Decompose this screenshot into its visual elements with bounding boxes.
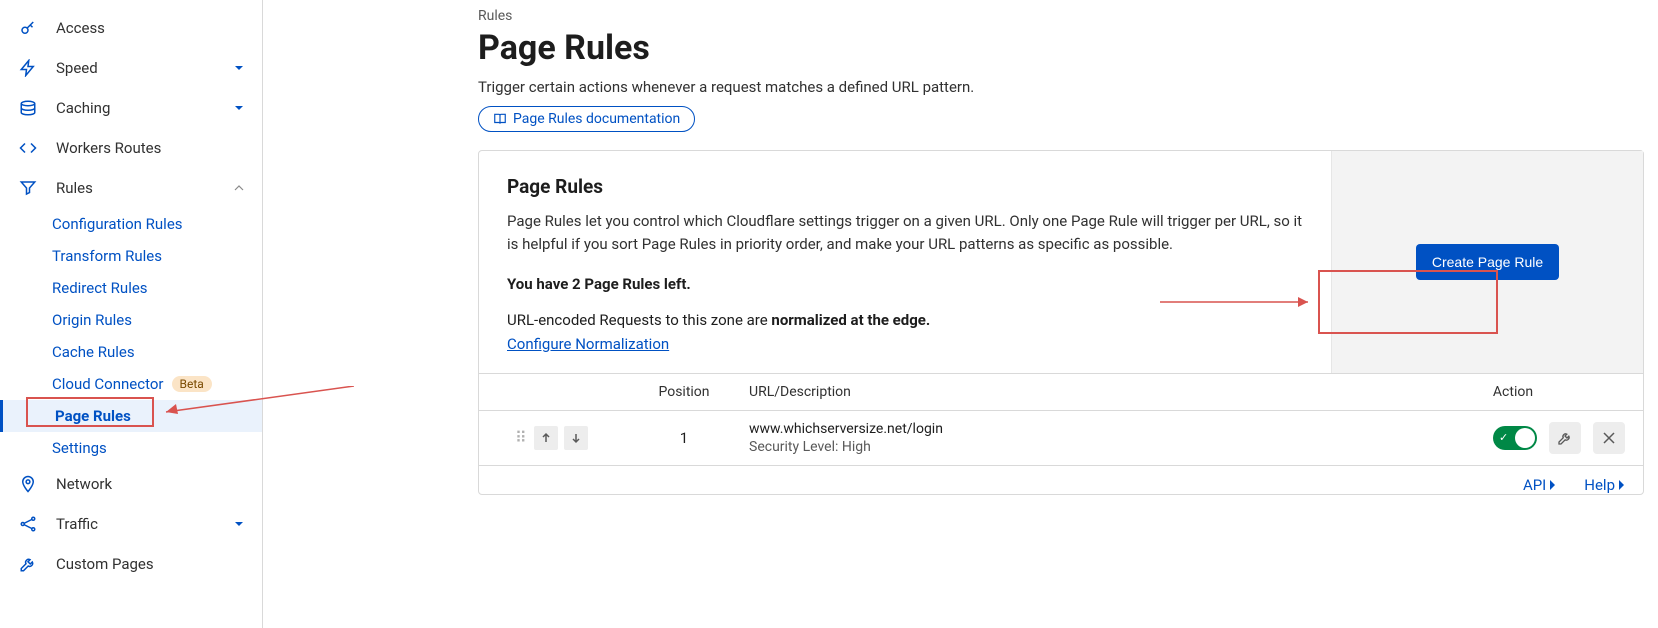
funnel-icon [18, 178, 38, 198]
breadcrumb: Rules [478, 8, 1644, 24]
documentation-link[interactable]: Page Rules documentation [478, 106, 695, 132]
layers-icon [18, 98, 38, 118]
drag-handle-icon[interactable]: ⠿ [515, 433, 528, 443]
chevron-right-icon [1548, 479, 1556, 491]
column-url: URL/Description [739, 384, 1383, 400]
api-link[interactable]: API [1523, 476, 1556, 494]
sidebar-subitem-label: Cache Rules [52, 343, 135, 361]
sidebar: Access Speed Caching Workers Route [0, 0, 263, 628]
chevron-down-icon [234, 63, 244, 73]
card-heading: Page Rules [507, 175, 1303, 198]
delete-rule-button[interactable] [1593, 422, 1625, 454]
sidebar-item-workers-routes[interactable]: Workers Routes [0, 128, 262, 168]
normalization-prefix: URL-encoded Requests to this zone are [507, 311, 771, 329]
sidebar-item-traffic[interactable]: Traffic [0, 504, 262, 544]
sidebar-item-label: Speed [56, 59, 98, 77]
pin-icon [18, 474, 38, 494]
sidebar-item-caching[interactable]: Caching [0, 88, 262, 128]
documentation-link-label: Page Rules documentation [513, 111, 680, 127]
table-row: ⠿ 1 www.whichserversize.net/login Securi… [479, 411, 1643, 466]
sidebar-subitem-label: Configuration Rules [52, 215, 183, 233]
sidebar-item-label: Network [56, 475, 112, 493]
code-icon [18, 138, 38, 158]
sidebar-item-network[interactable]: Network [0, 464, 262, 504]
column-action: Action [1383, 384, 1643, 400]
sidebar-subitem-label: Transform Rules [52, 247, 162, 265]
sidebar-subitem-label: Origin Rules [52, 311, 132, 329]
sidebar-item-label: Custom Pages [56, 555, 154, 573]
sidebar-item-access[interactable]: Access [0, 8, 262, 48]
beta-badge: Beta [172, 376, 212, 392]
sidebar-subitem-settings[interactable]: Settings [52, 432, 262, 464]
normalization-bold: normalized at the edge. [771, 311, 930, 329]
help-link-label: Help [1584, 476, 1615, 494]
book-icon [493, 112, 507, 126]
chevron-up-icon [234, 183, 244, 193]
sidebar-item-label: Traffic [56, 515, 98, 533]
sidebar-subitem-cache-rules[interactable]: Cache Rules [52, 336, 262, 368]
sidebar-subitem-cloud-connector[interactable]: Cloud Connector Beta [52, 368, 262, 400]
api-link-label: API [1523, 476, 1546, 494]
sidebar-subitem-label: Page Rules [55, 407, 131, 425]
main-content: Rules Page Rules Trigger certain actions… [263, 0, 1658, 628]
bolt-icon [18, 58, 38, 78]
key-icon [18, 18, 38, 38]
row-description: Security Level: High [749, 439, 1383, 455]
check-icon: ✓ [1499, 431, 1508, 444]
sidebar-item-rules[interactable]: Rules [0, 168, 262, 208]
card-description: Page Rules let you control which Cloudfl… [507, 210, 1303, 257]
sidebar-subitem-transform-rules[interactable]: Transform Rules [52, 240, 262, 272]
toggle-knob [1515, 428, 1535, 448]
normalization-text: URL-encoded Requests to this zone are no… [507, 311, 1303, 329]
move-down-button[interactable] [564, 426, 588, 450]
sidebar-subitem-configuration-rules[interactable]: Configuration Rules [52, 208, 262, 240]
sidebar-subitem-label: Redirect Rules [52, 279, 148, 297]
row-position: 1 [629, 429, 739, 447]
page-rules-card: Page Rules Page Rules let you control wh… [478, 150, 1644, 495]
chevron-down-icon [234, 103, 244, 113]
help-link[interactable]: Help [1584, 476, 1625, 494]
sidebar-item-label: Workers Routes [56, 139, 161, 157]
table-header: Position URL/Description Action [479, 373, 1643, 411]
sidebar-item-speed[interactable]: Speed [0, 48, 262, 88]
sidebar-item-label: Rules [56, 179, 93, 197]
chevron-right-icon [1617, 479, 1625, 491]
sidebar-subitem-origin-rules[interactable]: Origin Rules [52, 304, 262, 336]
card-footer: API Help [479, 466, 1643, 494]
sidebar-subitem-page-rules[interactable]: Page Rules [0, 400, 262, 432]
sidebar-subitem-label: Cloud Connector [52, 375, 164, 393]
sidebar-item-label: Caching [56, 99, 110, 117]
row-url: www.whichserversize.net/login [749, 421, 1383, 437]
sidebar-subitem-redirect-rules[interactable]: Redirect Rules [52, 272, 262, 304]
page-subtitle: Trigger certain actions whenever a reque… [478, 78, 1644, 96]
configure-normalization-link[interactable]: Configure Normalization [507, 335, 669, 353]
sidebar-item-custom-pages[interactable]: Custom Pages [0, 544, 262, 584]
rules-submenu: Configuration Rules Transform Rules Redi… [0, 208, 262, 464]
create-page-rule-button[interactable]: Create Page Rule [1416, 244, 1559, 280]
remaining-rules-text: You have 2 Page Rules left. [507, 275, 1303, 293]
move-up-button[interactable] [534, 426, 558, 450]
page-title: Page Rules [478, 28, 1644, 68]
sidebar-subitem-label: Settings [52, 439, 107, 457]
column-position: Position [629, 384, 739, 400]
edit-rule-button[interactable] [1549, 422, 1581, 454]
sidebar-item-label: Access [56, 19, 105, 37]
share-icon [18, 514, 38, 534]
chevron-down-icon [234, 519, 244, 529]
wrench-icon [18, 554, 38, 574]
rule-enabled-toggle[interactable]: ✓ [1493, 426, 1537, 450]
